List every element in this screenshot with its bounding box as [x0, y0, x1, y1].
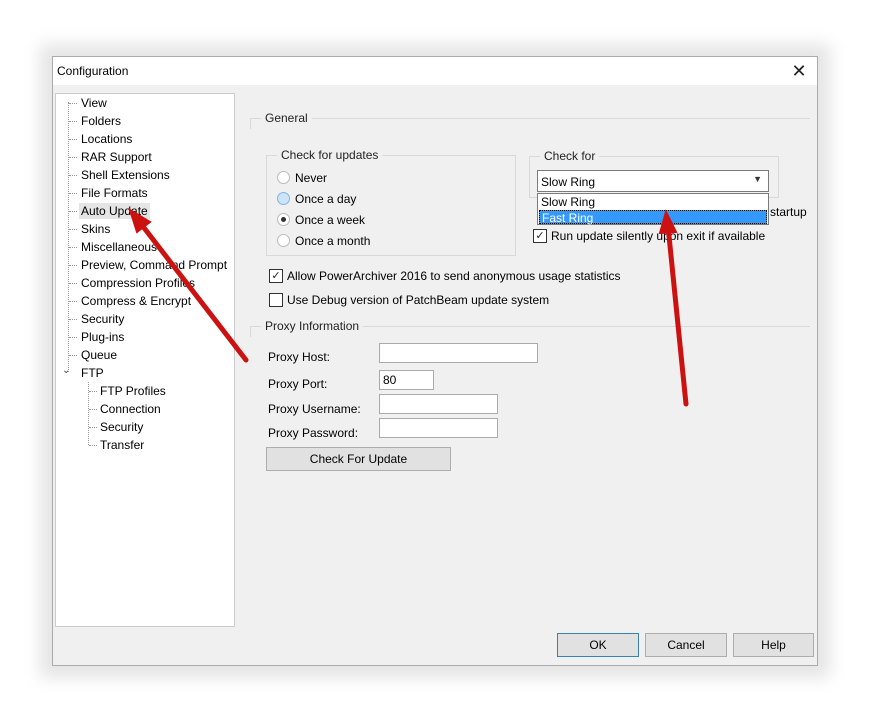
- help-button[interactable]: Help: [733, 633, 814, 657]
- tree-item-miscellaneous[interactable]: Miscellaneous: [79, 239, 159, 255]
- tree-item-connection[interactable]: Connection: [98, 401, 163, 417]
- check-at-startup-label-tail: startup: [770, 205, 807, 219]
- close-icon[interactable]: ✕: [781, 57, 817, 85]
- tree-branch: [69, 211, 77, 212]
- tree-item-file-formats[interactable]: File Formats: [79, 185, 150, 201]
- run-silently-checkbox[interactable]: ✓: [533, 229, 547, 243]
- tree-item-ftp-profiles[interactable]: FTP Profiles: [98, 383, 168, 399]
- tree-branch: [89, 391, 97, 392]
- radio-once-a-day-label: Once a day: [295, 192, 357, 206]
- tree-item-view[interactable]: View: [79, 95, 109, 111]
- ring-option-fast[interactable]: Fast Ring: [539, 210, 767, 225]
- tree-item-folders[interactable]: Folders: [79, 113, 123, 129]
- proxy-group-edge: [250, 326, 251, 337]
- tree-item-queue[interactable]: Queue: [79, 347, 119, 363]
- tree-branch: [69, 319, 77, 320]
- radio-once-a-day-circle[interactable]: [277, 192, 290, 205]
- check-for-updates-title: Check for updates: [277, 148, 383, 162]
- check-for-title: Check for: [540, 149, 600, 163]
- debug-version-checkbox[interactable]: [269, 293, 283, 307]
- tree-branch: [69, 157, 77, 158]
- tree-item-locations[interactable]: Locations: [79, 131, 134, 147]
- tree-branch: [69, 139, 77, 140]
- tree-branch: [89, 409, 97, 410]
- ring-option-slow[interactable]: Slow Ring: [539, 195, 767, 209]
- tree-item-skins[interactable]: Skins: [79, 221, 112, 237]
- chevron-down-icon[interactable]: ⌄: [62, 365, 70, 376]
- radio-never-label: Never: [295, 171, 328, 185]
- tree-branch: [69, 301, 77, 302]
- radio-once-a-month-label: Once a month: [295, 234, 371, 248]
- tree-item-preview-command-prompt[interactable]: Preview, Command Prompt: [79, 257, 229, 273]
- tree-item-ftp-security[interactable]: Security: [98, 419, 145, 435]
- proxy-username-input[interactable]: [379, 394, 498, 414]
- cancel-button[interactable]: Cancel: [645, 633, 727, 657]
- tree-item-rar-support[interactable]: RAR Support: [79, 149, 154, 165]
- tree-branch: [69, 103, 77, 104]
- tree-branch: [69, 121, 77, 122]
- tree-branch: [69, 355, 77, 356]
- general-group-border: [250, 118, 810, 119]
- proxy-password-input[interactable]: [379, 418, 498, 438]
- tree-item-shell-extensions[interactable]: Shell Extensions: [79, 167, 172, 183]
- check-for-update-button[interactable]: Check For Update: [266, 447, 451, 471]
- tree-branch: [89, 427, 97, 428]
- radio-once-a-week-label: Once a week: [295, 213, 366, 227]
- tree-branch: [89, 445, 97, 446]
- tree-item-ftp[interactable]: FTP: [79, 365, 106, 381]
- tree-item-compress-encrypt[interactable]: Compress & Encrypt: [79, 293, 193, 309]
- tree-item-compression-profiles[interactable]: Compression Profiles: [79, 275, 197, 291]
- settings-tree[interactable]: View Folders Locations RAR Support Shell…: [55, 93, 235, 627]
- ok-button[interactable]: OK: [557, 633, 639, 657]
- allow-stats-checkbox[interactable]: ✓: [269, 269, 283, 283]
- allow-stats-label: Allow PowerArchiver 2016 to send anonymo…: [287, 269, 621, 283]
- radio-never-circle[interactable]: [277, 171, 290, 184]
- tree-branch: [69, 193, 77, 194]
- tree-branch: [69, 265, 77, 266]
- proxy-port-label: Proxy Port:: [268, 377, 328, 391]
- proxy-username-label: Proxy Username:: [268, 402, 361, 416]
- ring-dropdown-list[interactable]: Slow Ring Fast Ring: [537, 193, 769, 225]
- tree-branch: [69, 247, 77, 248]
- ring-select[interactable]: Slow Ring ▼: [537, 170, 769, 192]
- debug-version-label: Use Debug version of PatchBeam update sy…: [287, 293, 550, 307]
- tree-item-plug-ins[interactable]: Plug-ins: [79, 329, 126, 345]
- proxy-password-label: Proxy Password:: [268, 426, 359, 440]
- proxy-host-input[interactable]: [379, 343, 538, 363]
- title-bar: Configuration ✕: [53, 57, 817, 85]
- radio-once-a-month-circle[interactable]: [277, 234, 290, 247]
- proxy-port-input[interactable]: 80: [379, 370, 434, 390]
- tree-branch: [69, 337, 77, 338]
- proxy-group-title: Proxy Information: [261, 319, 364, 333]
- tree-item-transfer[interactable]: Transfer: [98, 437, 146, 453]
- general-group-edge: [250, 118, 251, 129]
- tree-branch: [69, 283, 77, 284]
- tree-line: [68, 102, 69, 372]
- window-title: Configuration: [57, 64, 129, 78]
- radio-once-a-week-circle[interactable]: [277, 213, 290, 226]
- tree-item-auto-update[interactable]: Auto Update: [79, 203, 150, 219]
- run-silently-label: Run update silently upon exit if availab…: [551, 229, 766, 243]
- tree-branch: [69, 229, 77, 230]
- proxy-host-label: Proxy Host:: [268, 350, 331, 364]
- ring-select-value: Slow Ring: [541, 175, 596, 189]
- chevron-down-icon[interactable]: ▼: [753, 174, 762, 184]
- tree-branch: [69, 175, 77, 176]
- general-group-title: General: [261, 111, 312, 125]
- tree-item-security[interactable]: Security: [79, 311, 126, 327]
